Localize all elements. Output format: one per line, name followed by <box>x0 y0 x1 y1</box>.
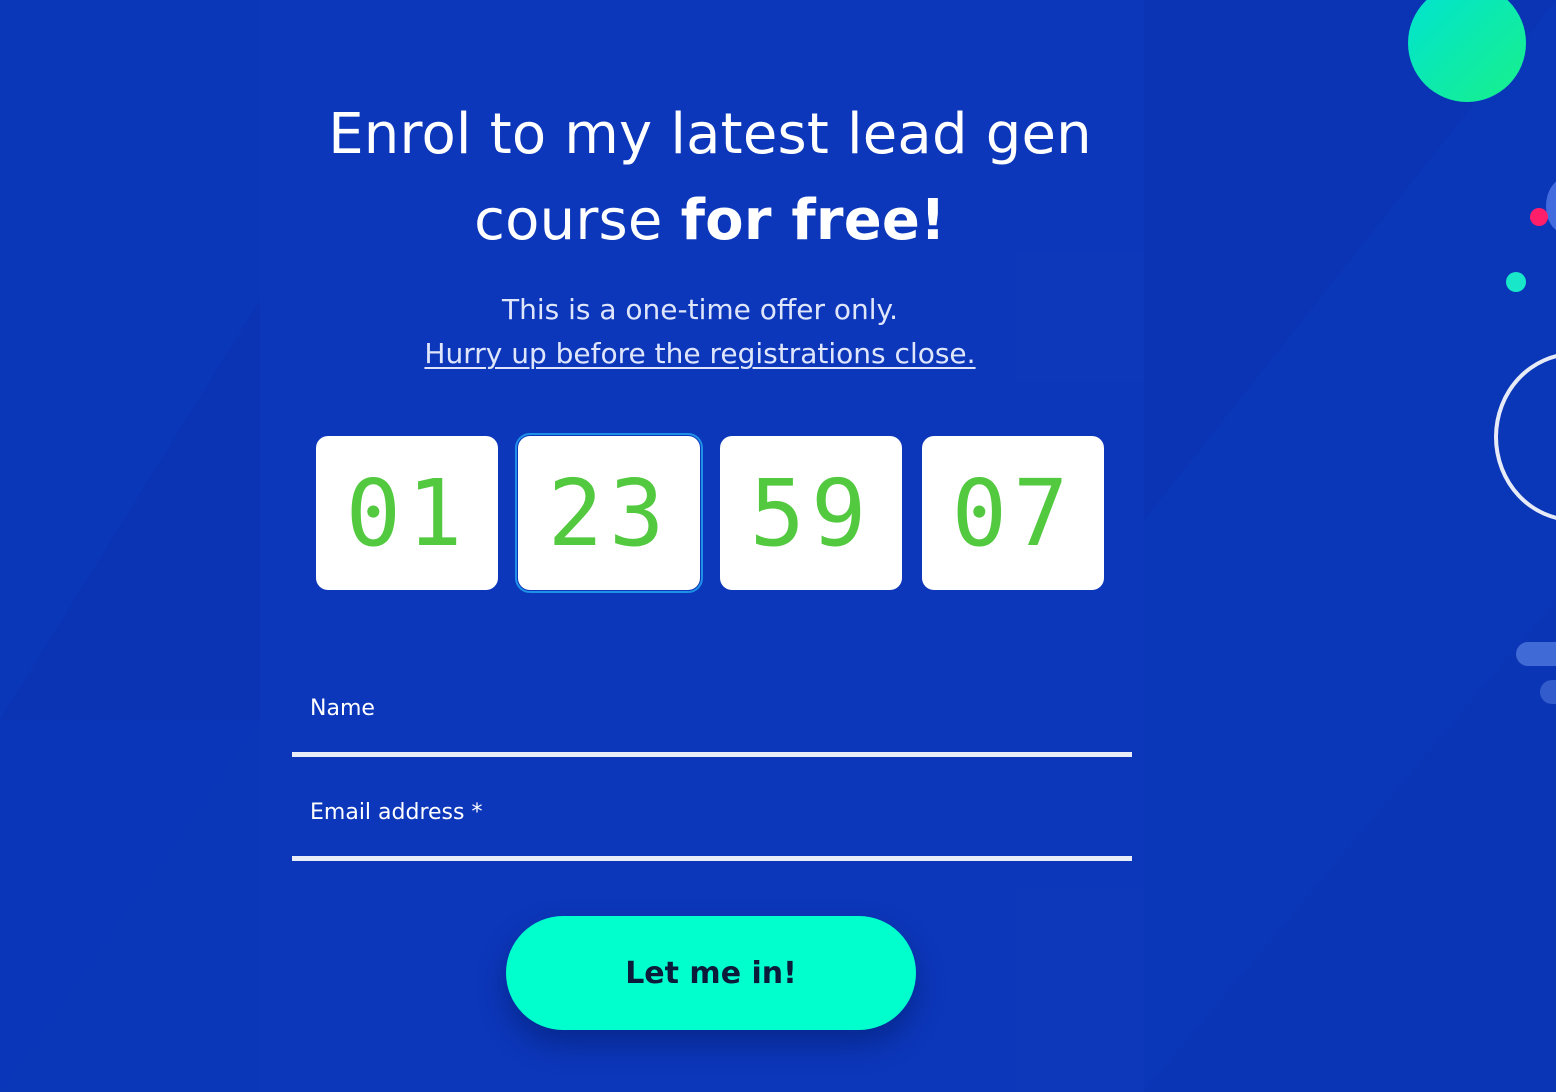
background-triangle <box>1144 600 1556 1092</box>
offer-subtext: This is a one-time offer only. Hurry up … <box>300 288 1100 376</box>
background-triangle <box>0 300 260 720</box>
countdown-box-1: 01 <box>316 436 498 590</box>
headline-emphasis: for free! <box>680 188 946 253</box>
decorative-teal-dot <box>1506 272 1526 292</box>
submit-button[interactable]: Let me in! <box>506 916 916 1030</box>
decorative-bar <box>1516 642 1556 666</box>
email-field: Email address * <box>292 782 1132 861</box>
decorative-pink-dot <box>1530 208 1548 226</box>
headline-line-2-regular: course <box>474 188 681 253</box>
name-input[interactable] <box>292 678 1132 752</box>
email-input[interactable] <box>292 782 1132 856</box>
countdown-box-4: 07 <box>922 436 1104 590</box>
offer-note: This is a one-time offer only. <box>501 293 898 326</box>
name-field: Name <box>292 678 1132 757</box>
countdown-box-2: 23 <box>515 433 703 593</box>
background-triangle <box>0 720 260 1092</box>
page-headline: Enrol to my latest lead gen course for f… <box>300 92 1120 264</box>
registration-link[interactable]: Hurry up before the registrations close. <box>300 332 1100 376</box>
headline-line-1: Enrol to my latest lead gen <box>328 102 1092 167</box>
countdown-box-3: 59 <box>720 436 902 590</box>
